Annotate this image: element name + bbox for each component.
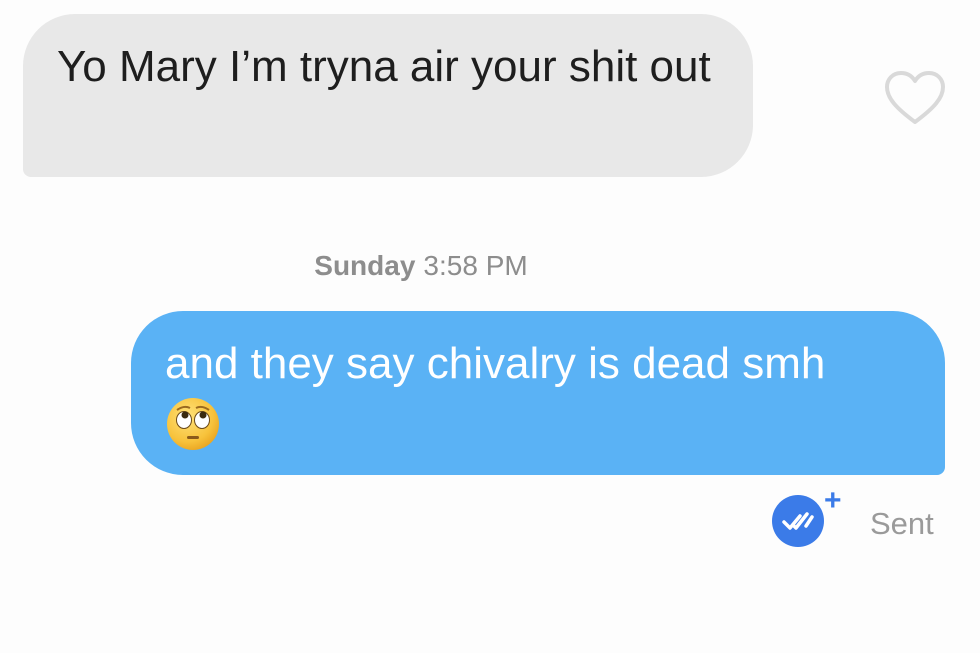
- heart-icon[interactable]: [884, 70, 946, 126]
- double-check-icon: [770, 493, 826, 549]
- received-message-bubble[interactable]: Yo Mary I’m tryna air your shit out: [23, 14, 753, 177]
- plus-badge: +: [824, 484, 842, 517]
- timestamp-day: Sunday: [314, 250, 416, 281]
- chat-thread: Yo Mary I’m tryna air your shit out Sund…: [0, 0, 980, 653]
- rolling-eyes-emoji-icon: [165, 396, 221, 452]
- sent-status-label: Sent: [870, 506, 934, 541]
- message-timestamp: Sunday 3:58 PM: [0, 250, 842, 282]
- sent-message-text: and they say chivalry is dead smh: [165, 339, 826, 388]
- timestamp-time: 3:58 PM: [423, 250, 528, 281]
- sent-message-bubble[interactable]: and they say chivalry is dead smh: [131, 311, 945, 475]
- received-message-text: Yo Mary I’m tryna air your shit out: [57, 42, 711, 91]
